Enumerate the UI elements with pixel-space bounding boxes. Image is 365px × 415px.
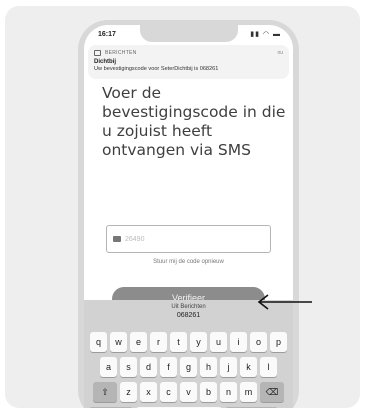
key-j[interactable]: j — [220, 357, 237, 377]
key-p[interactable]: p — [270, 332, 287, 352]
key-t[interactable]: t — [170, 332, 187, 352]
suggestion-code: 068261 — [176, 312, 201, 319]
key-g[interactable]: g — [180, 357, 197, 377]
key-b[interactable]: b — [200, 382, 217, 402]
key-d[interactable]: d — [140, 357, 157, 377]
key-m[interactable]: m — [240, 382, 257, 402]
key-w[interactable]: w — [110, 332, 127, 352]
key-h[interactable]: h — [200, 357, 217, 377]
key-o[interactable]: o — [250, 332, 267, 352]
key-z[interactable]: z — [120, 382, 137, 402]
page-title: Voer de bevestigingscode in die u zojuis… — [102, 84, 286, 159]
key-r[interactable]: r — [150, 332, 167, 352]
resend-code-link[interactable]: Stuur mij de code opnieuw — [84, 259, 293, 265]
notification-body: Uw bevestigingscode voor SeterDichtbij i… — [94, 66, 219, 72]
key-u[interactable]: u — [210, 332, 227, 352]
key-l[interactable]: l — [260, 357, 277, 377]
key-v[interactable]: v — [180, 382, 197, 402]
key-row-bottom: 123 spatie return — [89, 407, 288, 408]
backspace-icon[interactable]: ⌫ — [260, 382, 284, 402]
verification-code-input[interactable]: 26490 — [106, 225, 271, 253]
ios-keyboard: Uit Berichten 068261 q w e r t y u i o p… — [84, 300, 293, 408]
arrow-left-icon — [257, 294, 312, 310]
phone-notch — [140, 25, 238, 42]
key-row-2: a s d f g h j k l — [89, 357, 288, 377]
messages-app-icon — [94, 50, 101, 56]
status-icons: ▮▮ ◠ ▬ — [250, 31, 281, 38]
notification-sender: Dichtbij — [94, 59, 116, 65]
key-y[interactable]: y — [190, 332, 207, 352]
key-n[interactable]: n — [220, 382, 237, 402]
key-e[interactable]: e — [130, 332, 147, 352]
key-q[interactable]: q — [90, 332, 107, 352]
status-time: 16:17 — [98, 31, 116, 38]
sms-notification[interactable]: BERICHTEN nu Dichtbij Uw bevestigingscod… — [88, 45, 289, 79]
notification-app-name: BERICHTEN — [105, 50, 137, 56]
phone-frame: 16:17 ▮▮ ◠ ▬ BERICHTEN nu Dichtbij Uw be… — [78, 20, 299, 408]
notification-time: nu — [277, 50, 283, 56]
key-s[interactable]: s — [120, 357, 137, 377]
key-k[interactable]: k — [240, 357, 257, 377]
key-row-1: q w e r t y u i o p — [89, 332, 288, 352]
shift-icon[interactable]: ⇧ — [93, 382, 117, 402]
key-i[interactable]: i — [230, 332, 247, 352]
sms-icon — [113, 236, 121, 242]
screenshot-card: 16:17 ▮▮ ◠ ▬ BERICHTEN nu Dichtbij Uw be… — [5, 6, 360, 408]
code-placeholder: 26490 — [125, 235, 145, 243]
return-key[interactable]: return — [225, 407, 278, 408]
notification-header: BERICHTEN nu — [94, 48, 283, 58]
space-key[interactable]: spatie — [136, 407, 222, 408]
numbers-key[interactable]: 123 — [89, 407, 133, 408]
key-a[interactable]: a — [100, 357, 117, 377]
key-x[interactable]: x — [140, 382, 157, 402]
key-c[interactable]: c — [160, 382, 177, 402]
key-row-3: ⇧ z x c v b n m ⌫ — [89, 382, 288, 402]
key-f[interactable]: f — [160, 357, 177, 377]
phone-screen: 16:17 ▮▮ ◠ ▬ BERICHTEN nu Dichtbij Uw be… — [84, 25, 293, 408]
